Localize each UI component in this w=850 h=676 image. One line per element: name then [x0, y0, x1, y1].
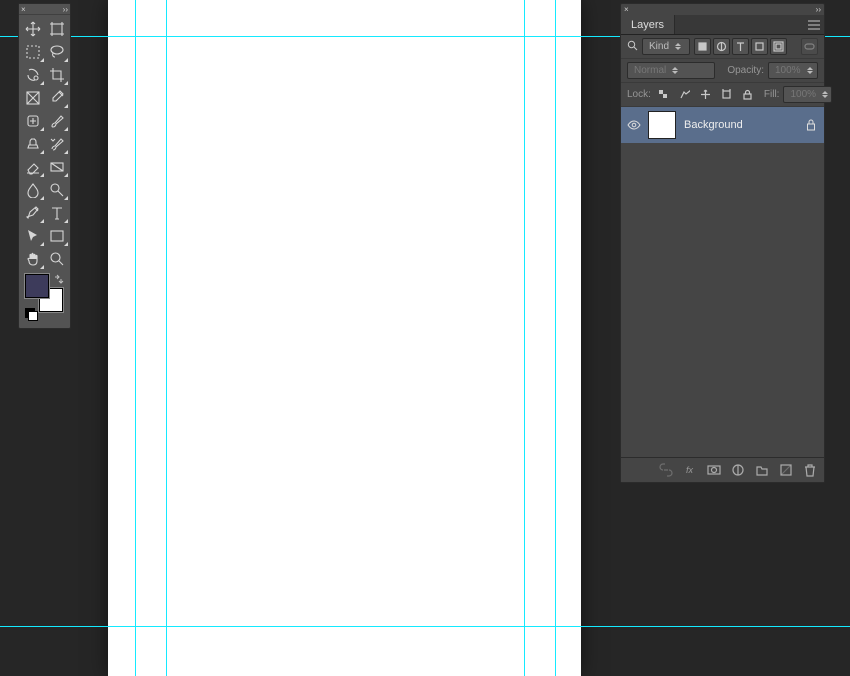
filter-adjustment-button[interactable] [713, 38, 730, 55]
marquee-tool[interactable] [21, 40, 45, 63]
crop-tool[interactable] [45, 63, 69, 86]
eyedropper-tool[interactable] [45, 86, 69, 109]
lock-label: Lock: [627, 89, 651, 100]
swap-colors-icon[interactable] [54, 274, 64, 284]
search-icon [627, 40, 638, 54]
opacity-label: Opacity: [727, 65, 764, 76]
clone-stamp-tool[interactable] [21, 132, 45, 155]
fx-button[interactable]: fx [681, 462, 698, 479]
fill-input[interactable]: 100% [783, 86, 832, 103]
filter-toggle-switch[interactable] [801, 38, 818, 55]
pen-tool[interactable] [21, 201, 45, 224]
filter-kind-select[interactable]: Kind [642, 38, 690, 55]
layer-row[interactable]: Background [621, 107, 824, 143]
collapse-icon[interactable]: ›› [816, 5, 821, 14]
rectangle-tool[interactable] [45, 224, 69, 247]
tab-layers[interactable]: Layers [621, 15, 675, 34]
layers-footer: fx [621, 457, 824, 482]
filter-shape-button[interactable] [751, 38, 768, 55]
brush-tool[interactable] [45, 109, 69, 132]
blend-opacity-row: Normal Opacity: 100% [621, 59, 824, 83]
blend-mode-select[interactable]: Normal [627, 62, 715, 79]
move-tool[interactable] [21, 17, 45, 40]
document-canvas[interactable] [108, 0, 581, 676]
layers-panel: × ›› Layers Kind Normal Opacity: 100% Lo… [620, 3, 825, 483]
panel-menu-icon[interactable] [804, 15, 824, 34]
link-button [657, 462, 674, 479]
delete-button[interactable] [801, 462, 818, 479]
layer-list: Background [621, 107, 824, 457]
dodge-tool[interactable] [45, 178, 69, 201]
path-select-tool[interactable] [21, 224, 45, 247]
close-icon[interactable]: × [21, 5, 26, 14]
layer-filter-row: Kind [621, 35, 824, 59]
filter-type-button[interactable] [732, 38, 749, 55]
collapse-icon[interactable]: ›› [63, 5, 68, 14]
mask-button[interactable] [705, 462, 722, 479]
healing-brush-tool[interactable] [21, 109, 45, 132]
lock-transparency-button[interactable] [655, 86, 672, 103]
hand-tool[interactable] [21, 247, 45, 270]
filter-smart-object-button[interactable] [770, 38, 787, 55]
zoom-tool[interactable] [45, 247, 69, 270]
blur-tool[interactable] [21, 178, 45, 201]
lock-all-button[interactable] [739, 86, 756, 103]
default-colors-icon[interactable] [25, 308, 37, 320]
adjustment-button[interactable] [729, 462, 746, 479]
tools-panel: × ›› [18, 3, 71, 329]
quick-select-tool[interactable] [21, 63, 45, 86]
frame-tool[interactable] [21, 86, 45, 109]
lock-artboard-button[interactable] [718, 86, 735, 103]
layer-thumbnail[interactable] [648, 111, 676, 139]
group-button[interactable] [753, 462, 770, 479]
type-tool[interactable] [45, 201, 69, 224]
new-button[interactable] [777, 462, 794, 479]
foreground-color-swatch[interactable] [25, 274, 49, 298]
color-swatches [23, 274, 66, 320]
lock-pixels-button[interactable] [676, 86, 693, 103]
layer-name[interactable]: Background [684, 119, 798, 131]
opacity-input[interactable]: 100% [768, 62, 818, 79]
gradient-tool[interactable] [45, 155, 69, 178]
history-brush-tool[interactable] [45, 132, 69, 155]
lock-icon[interactable] [798, 119, 824, 131]
lock-fill-row: Lock: Fill: 100% [621, 83, 824, 107]
artboard-tool[interactable] [45, 17, 69, 40]
filter-pixel-button[interactable] [694, 38, 711, 55]
lock-position-button[interactable] [697, 86, 714, 103]
eraser-tool[interactable] [21, 155, 45, 178]
lasso-tool[interactable] [45, 40, 69, 63]
close-icon[interactable]: × [624, 5, 629, 14]
visibility-toggle-icon[interactable] [621, 120, 647, 130]
fill-label: Fill: [764, 89, 780, 100]
